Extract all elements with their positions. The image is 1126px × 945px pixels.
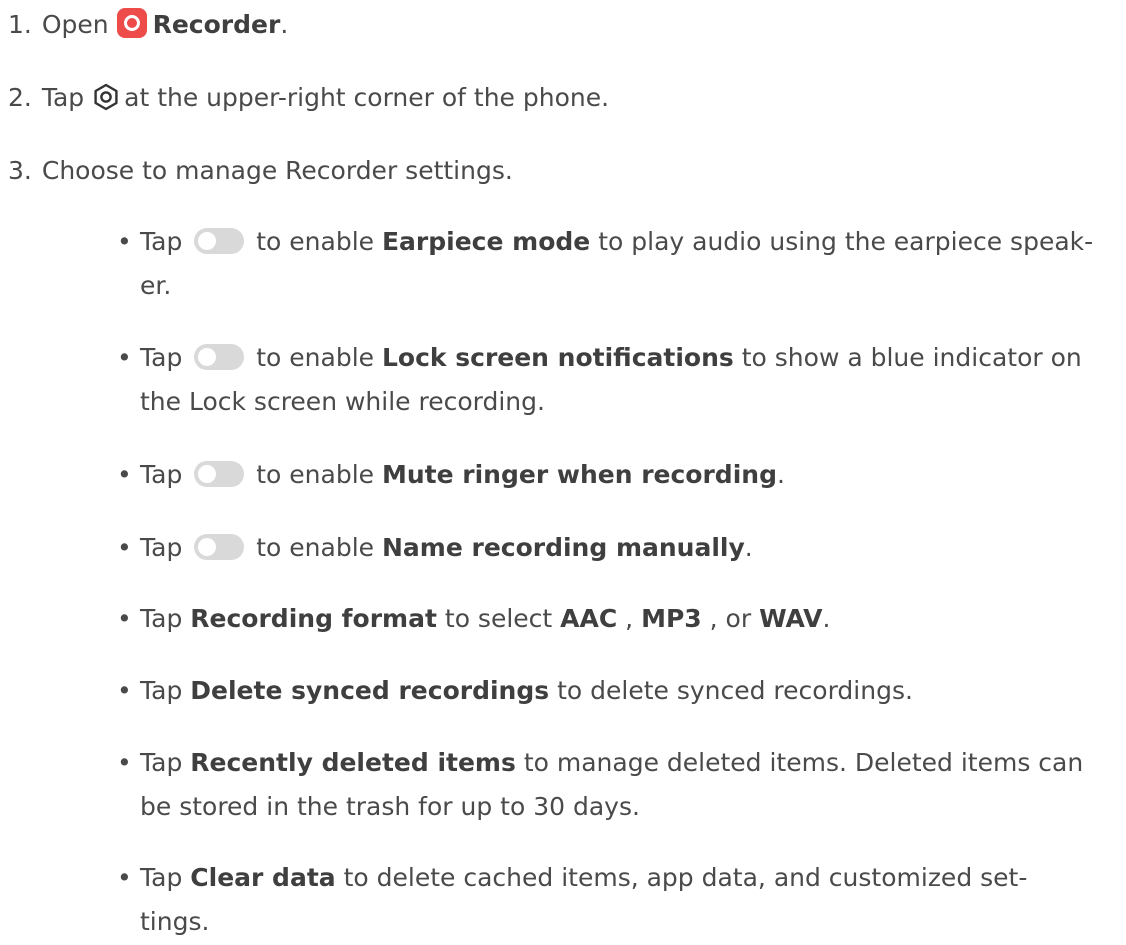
- toggle-icon: [194, 461, 245, 487]
- step-text: Choose to manage Recorder settings.: [41, 156, 513, 185]
- bullet-text: Tap: [140, 748, 183, 777]
- step-number: 3.: [8, 156, 32, 185]
- bullet-text: tings.: [140, 907, 210, 936]
- bullet-text: to enable: [256, 343, 375, 372]
- bullet-text: to enable: [256, 460, 375, 489]
- settings-icon: [94, 83, 118, 111]
- bullet-text: to enable: [256, 533, 375, 562]
- step-1: 1. Open Recorder.: [8, 3, 288, 47]
- bullet-marker: •: [117, 604, 132, 633]
- setting-name: Recently deleted items: [190, 748, 516, 777]
- format-option-wav: WAV: [759, 604, 823, 633]
- step-text: .: [280, 10, 289, 39]
- bullet-delete-synced: • Tap Delete synced recordings to delete…: [117, 669, 1122, 713]
- bullet-lock-screen-notifications: • Tap to enable Lock screen notification…: [117, 336, 1122, 424]
- setting-name: Clear data: [190, 863, 336, 892]
- bullet-text: be stored in the trash for up to 30 days…: [140, 792, 640, 821]
- bullet-marker: •: [117, 863, 132, 892]
- toggle-icon: [194, 534, 245, 560]
- bullet-text: to delete synced recordings.: [557, 676, 913, 705]
- setting-name: Recording format: [190, 604, 437, 633]
- bullet-text: to play audio using the earpiece speak-: [598, 227, 1094, 256]
- bullet-earpiece-mode: • Tap to enable Earpiece mode to play au…: [117, 220, 1122, 308]
- bullet-recently-deleted: • Tap Recently deleted items to manage d…: [117, 741, 1122, 829]
- bullet-clear-data: • Tap Clear data to delete cached items,…: [117, 856, 1122, 944]
- bullet-mute-ringer: • Tap to enable Mute ringer when recordi…: [117, 453, 1122, 497]
- bullet-text: to enable: [256, 227, 375, 256]
- bullet-text: to manage deleted items. Deleted items c…: [523, 748, 1084, 777]
- bullet-text: , or: [709, 604, 752, 633]
- bullet-text: the Lock screen while recording.: [140, 387, 545, 416]
- bullet-text: to delete cached items, app data, and cu…: [343, 863, 1028, 892]
- step-text: at the upper-right corner of the phone.: [124, 83, 610, 112]
- step-text: Open: [41, 10, 109, 39]
- bullet-text: ,: [625, 604, 634, 633]
- step-3: 3. Choose to manage Recorder settings.: [8, 149, 513, 193]
- bullet-marker: •: [117, 343, 132, 372]
- format-option-aac: AAC: [560, 604, 618, 633]
- app-name: Recorder: [152, 10, 281, 39]
- bullet-text: Tap: [140, 676, 183, 705]
- bullet-marker: •: [117, 748, 132, 777]
- setting-name: Earpiece mode: [381, 227, 591, 256]
- bullet-marker: •: [117, 460, 132, 489]
- setting-name: Delete synced recordings: [190, 676, 550, 705]
- bullet-text: Tap: [140, 343, 183, 372]
- recorder-app-icon: [116, 8, 147, 38]
- step-number: 2.: [8, 83, 32, 112]
- step-text: Tap: [41, 83, 85, 112]
- toggle-icon: [194, 344, 245, 370]
- bullet-text: .: [744, 533, 753, 562]
- setting-name: Name recording manually: [381, 533, 745, 562]
- bullet-text: er.: [140, 271, 172, 300]
- bullet-marker: •: [117, 676, 132, 705]
- bullet-text: Tap: [140, 460, 183, 489]
- toggle-icon: [194, 228, 245, 254]
- bullet-text: Tap: [140, 863, 183, 892]
- bullet-name-recording: • Tap to enable Name recording manually.: [117, 526, 1122, 570]
- bullet-text: Tap: [140, 533, 183, 562]
- bullet-text: to select: [444, 604, 553, 633]
- step-number: 1.: [8, 10, 32, 39]
- bullet-text: Tap: [140, 604, 183, 633]
- bullet-text: .: [776, 460, 785, 489]
- bullet-marker: •: [117, 227, 132, 256]
- format-option-mp3: MP3: [641, 604, 702, 633]
- bullet-recording-format: • Tap Recording format to select AAC , M…: [117, 597, 1122, 641]
- setting-name: Mute ringer when recording: [381, 460, 777, 489]
- step-2: 2. Tap at the upper-right corner of the p…: [8, 76, 609, 120]
- bullet-text: to show a blue indicator on: [741, 343, 1082, 372]
- setting-name: Lock screen notifications: [381, 343, 734, 372]
- bullet-marker: •: [117, 533, 132, 562]
- bullet-text: Tap: [140, 227, 183, 256]
- bullet-text: .: [822, 604, 831, 633]
